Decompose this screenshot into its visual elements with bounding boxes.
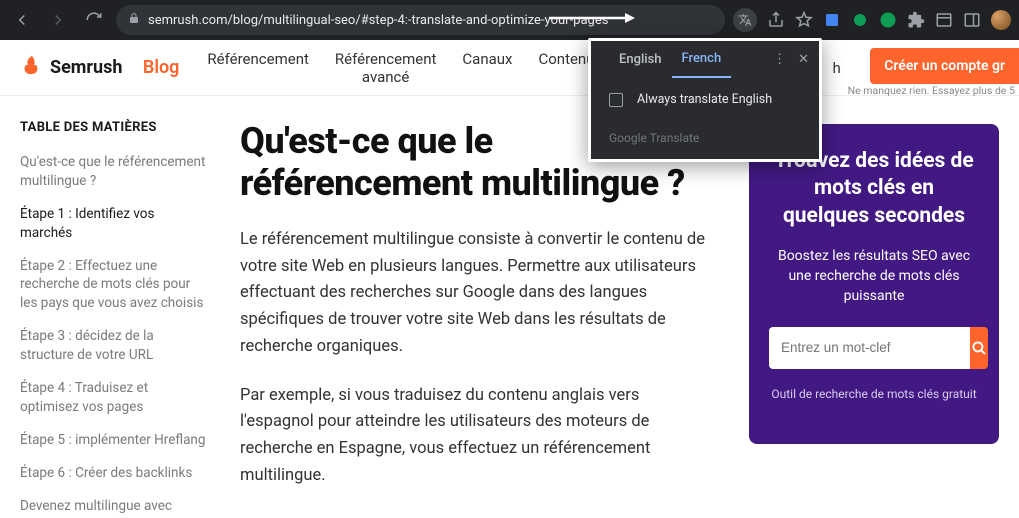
extensions-puzzle-icon[interactable] xyxy=(907,11,925,29)
toc-item-3[interactable]: Étape 3 : décidez de la structure de vot… xyxy=(20,327,208,365)
sidepanel-icon[interactable] xyxy=(963,11,981,29)
address-bar[interactable]: semrush.com/blog/multilingual-seo/#step-… xyxy=(116,5,725,35)
toc-item-5[interactable]: Étape 5 : implémenter Hreflang xyxy=(20,431,208,450)
nav-truncated-text: h xyxy=(832,59,840,77)
nav-canaux[interactable]: Canaux xyxy=(462,50,512,86)
promo-search xyxy=(769,327,979,369)
toc-item-1[interactable]: Étape 1 : Identifiez vos marchés xyxy=(20,205,208,243)
create-account-button[interactable]: Créer un compte gr xyxy=(870,48,1019,84)
header-subtext: Ne manquez rien. Essayez plus de 5 xyxy=(848,84,1019,97)
toolbar-actions xyxy=(733,8,1011,32)
keyword-input[interactable] xyxy=(769,327,970,369)
keyword-search-button[interactable] xyxy=(970,327,988,369)
translate-icon[interactable] xyxy=(733,8,757,32)
reload-button[interactable] xyxy=(80,6,108,34)
reading-list-icon[interactable] xyxy=(935,11,953,29)
forward-button[interactable] xyxy=(44,6,72,34)
profile-avatar[interactable] xyxy=(991,10,1011,30)
translate-footer: Google Translate xyxy=(591,121,819,159)
toc-item-6[interactable]: Étape 6 : Créer des backlinks xyxy=(20,464,208,483)
promo-subtitle: Boostez les résultats SEO avec une reche… xyxy=(769,246,979,307)
always-translate-checkbox[interactable] xyxy=(609,93,623,107)
page-body: TABLE DES MATIÈRES Qu'est-ce que le réfé… xyxy=(0,96,1019,518)
brand-name: Semrush xyxy=(50,57,122,78)
back-button[interactable] xyxy=(8,6,36,34)
extension-icon-2[interactable] xyxy=(851,11,869,29)
table-of-contents: TABLE DES MATIÈRES Qu'est-ce que le réfé… xyxy=(20,120,208,518)
flame-icon xyxy=(20,54,42,81)
nav-referencement-avance[interactable]: Référencement avancé xyxy=(335,50,436,86)
article-paragraph-1: Le référencement multilingue consiste à … xyxy=(240,227,717,361)
url-text: semrush.com/blog/multilingual-seo/#step-… xyxy=(148,13,608,28)
translate-close-icon[interactable]: ✕ xyxy=(798,52,809,67)
translate-tab-english[interactable]: English xyxy=(609,52,672,77)
nav-contenu[interactable]: Contenu xyxy=(538,50,594,86)
toc-item-0[interactable]: Qu'est-ce que le référencement multiling… xyxy=(20,153,208,191)
toc-item-7[interactable]: Devenez multilingue avec xyxy=(20,497,208,516)
site-logo[interactable]: Semrush Blog xyxy=(20,54,179,81)
toc-item-4[interactable]: Étape 4 : Traduisez et optimisez vos pag… xyxy=(20,379,208,417)
brand-suffix: Blog xyxy=(143,57,180,78)
promo-tool-link[interactable]: Outil de recherche de mots clés gratuit xyxy=(769,387,979,401)
search-icon xyxy=(970,339,988,357)
annotation-arrow xyxy=(547,11,637,29)
toc-item-2[interactable]: Étape 2 : Effectuez une recherche de mot… xyxy=(20,257,208,314)
translate-tab-french[interactable]: French xyxy=(672,51,732,78)
always-translate-label: Always translate English xyxy=(637,92,772,107)
share-icon[interactable] xyxy=(767,11,785,29)
extension-icon-3[interactable] xyxy=(879,11,897,29)
translate-menu-icon[interactable]: ⋮ xyxy=(773,52,786,67)
article-paragraph-2: Par exemple, si vous traduisez du conten… xyxy=(240,383,717,490)
nav-referencement[interactable]: Référencement xyxy=(207,50,308,86)
bookmark-icon[interactable] xyxy=(795,11,813,29)
translate-popup: English French ⋮ ✕ Always translate Engl… xyxy=(588,38,822,162)
browser-toolbar: semrush.com/blog/multilingual-seo/#step-… xyxy=(0,0,1019,40)
main-nav: Référencement Référencement avancé Canau… xyxy=(207,50,594,86)
article: Qu'est-ce que le référencement multiling… xyxy=(240,120,717,518)
site-header: Semrush Blog Référencement Référencement… xyxy=(0,40,1019,96)
lock-icon xyxy=(128,12,140,28)
promo-card: Trouvez des idées de mots clés en quelqu… xyxy=(749,124,999,444)
toc-title: TABLE DES MATIÈRES xyxy=(20,120,208,135)
extension-icon-1[interactable] xyxy=(823,11,841,29)
